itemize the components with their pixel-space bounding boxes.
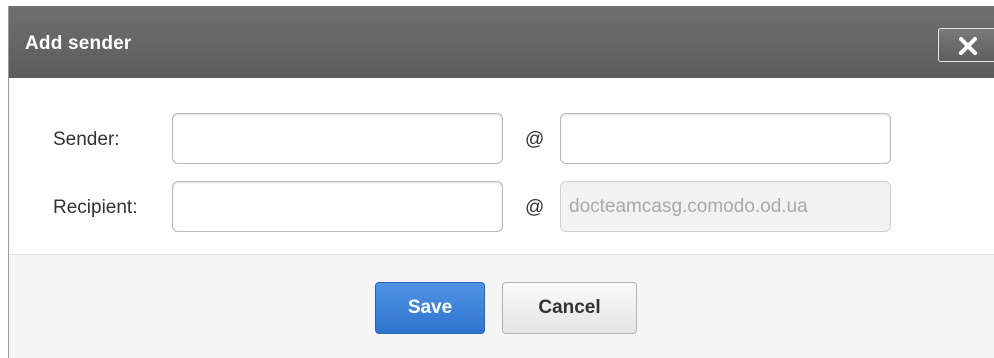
dialog-titlebar: Add sender [9, 6, 994, 78]
sender-local-input[interactable] [172, 113, 503, 164]
close-button[interactable] [938, 28, 994, 62]
save-button[interactable]: Save [375, 282, 485, 334]
add-sender-dialog: Add sender Sender: @ Recipient: @ Save C… [8, 6, 994, 358]
close-icon [959, 37, 977, 55]
recipient-at-sign: @ [525, 197, 545, 218]
recipient-domain-input [560, 181, 891, 232]
dialog-body: Sender: @ Recipient: @ [9, 78, 994, 255]
cancel-button[interactable]: Cancel [502, 282, 637, 334]
recipient-local-input[interactable] [172, 181, 503, 232]
sender-domain-input[interactable] [560, 113, 891, 164]
dialog-footer: Save Cancel [9, 255, 994, 358]
sender-label: Sender: [53, 129, 120, 150]
sender-at-sign: @ [525, 129, 545, 150]
recipient-label: Recipient: [53, 197, 138, 218]
dialog-title: Add sender [25, 33, 132, 54]
